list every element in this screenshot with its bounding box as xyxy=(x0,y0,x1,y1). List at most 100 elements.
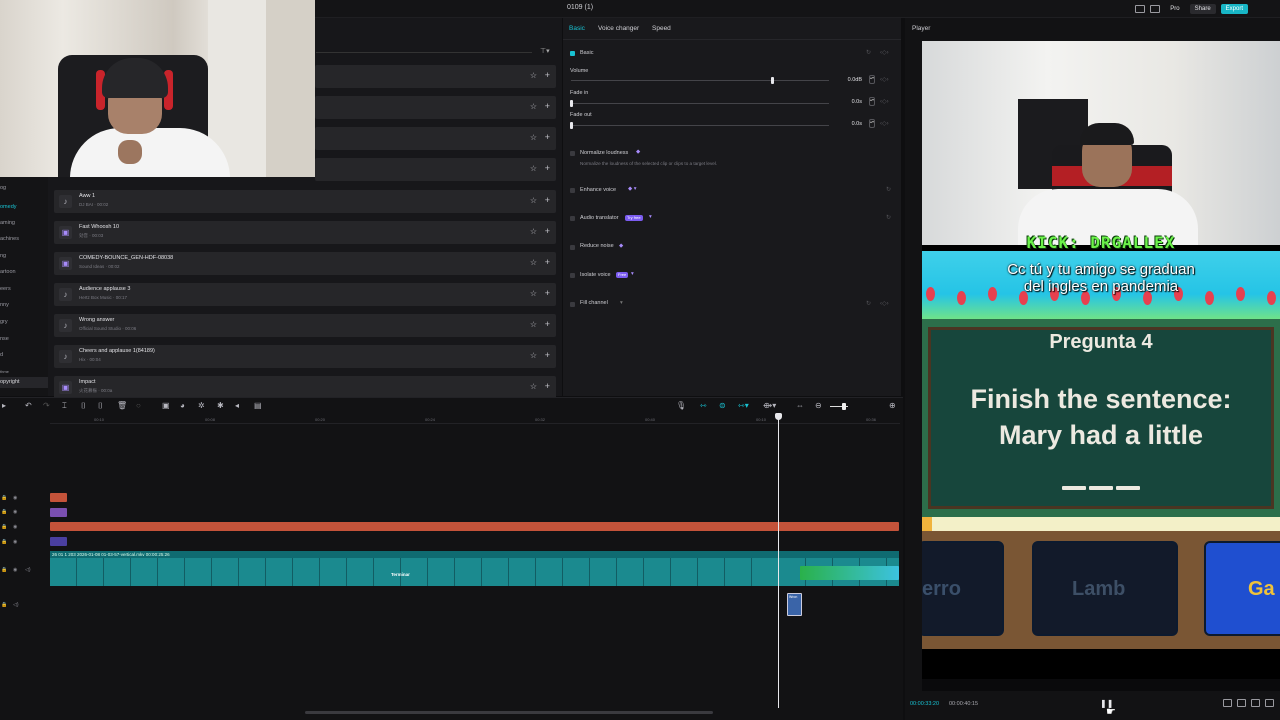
audio-list-item[interactable]: ♪ Aww 1 DJ BAI · 00:02 ☆ + xyxy=(54,190,556,213)
add-icon[interactable]: + xyxy=(545,70,550,80)
share-button[interactable]: Share xyxy=(1189,4,1216,14)
fade-in-slider[interactable] xyxy=(571,103,829,104)
timeline-clip[interactable] xyxy=(50,537,67,546)
fade-in-knob[interactable] xyxy=(570,100,573,107)
reduce-noise-checkbox[interactable] xyxy=(570,245,575,250)
tab-speed[interactable]: Speed xyxy=(652,25,671,32)
fade-out-value[interactable]: 0.0s xyxy=(840,121,862,127)
list-item[interactable]: ☆ + xyxy=(315,96,556,119)
add-icon[interactable]: + xyxy=(545,319,550,329)
shortcuts-icon[interactable] xyxy=(1150,5,1161,13)
keyframe-icon[interactable]: ‹◇› xyxy=(880,120,889,127)
timeline-clip[interactable] xyxy=(800,566,899,580)
mirror-icon[interactable]: ✱ xyxy=(217,401,224,411)
fade-in-stepper[interactable]: ▴▾ xyxy=(869,97,875,106)
tab-voice-changer[interactable]: Voice changer xyxy=(598,25,639,32)
favorite-icon[interactable]: ☆ xyxy=(530,71,537,81)
normalize-checkbox[interactable] xyxy=(570,151,575,156)
reset-icon[interactable]: ↻ xyxy=(886,186,891,193)
keyframe-icon[interactable]: ‹◇› xyxy=(880,98,889,105)
fade-in-value[interactable]: 0.0s xyxy=(840,99,862,105)
favorite-icon[interactable]: ☆ xyxy=(530,351,537,361)
pro-button[interactable]: Pro xyxy=(1165,4,1184,14)
add-icon[interactable]: + xyxy=(545,163,550,173)
lock-icon[interactable]: 🔒 xyxy=(1,495,7,501)
sidebar-category[interactable]: nny xyxy=(0,300,48,311)
add-icon[interactable]: + xyxy=(545,288,550,298)
sidebar-category[interactable]: thme xyxy=(0,366,48,377)
quality-icon[interactable] xyxy=(1237,699,1246,707)
eye-icon[interactable]: ◉ xyxy=(13,509,17,515)
sidebar-category[interactable]: eers xyxy=(0,284,48,295)
lock-icon[interactable]: 🔒 xyxy=(1,509,7,515)
volume-slider[interactable] xyxy=(571,80,829,81)
sidebar-category[interactable]: og xyxy=(0,183,48,194)
freeze-icon[interactable]: ✲ xyxy=(198,401,205,411)
mask-icon[interactable]: ○ xyxy=(136,401,141,411)
volume-value[interactable]: 0.0dB xyxy=(840,77,862,83)
sidebar-category[interactable]: ng xyxy=(0,251,48,262)
reset-icon[interactable]: ↻ xyxy=(886,214,891,221)
timeline-clip[interactable] xyxy=(50,508,67,517)
add-icon[interactable]: + xyxy=(545,132,550,142)
zoom-in-icon[interactable]: ⊕ xyxy=(889,401,896,411)
eye-icon[interactable]: ◉ xyxy=(13,539,17,545)
timeline-clip[interactable] xyxy=(50,522,899,531)
favorite-icon[interactable]: ☆ xyxy=(530,102,537,112)
export-button[interactable]: Export xyxy=(1220,4,1248,14)
sidebar-category[interactable]: gry xyxy=(0,317,48,328)
sidebar-category[interactable]: opyright xyxy=(0,377,48,388)
fullscreen-icon[interactable] xyxy=(1265,699,1274,707)
split-right-icon[interactable]: ⌷ xyxy=(98,401,103,411)
sidebar-category[interactable]: omedy xyxy=(0,202,48,213)
main-video-clip[interactable] xyxy=(50,558,899,586)
eye-icon[interactable]: ◉ xyxy=(13,524,17,530)
lock-icon[interactable]: 🔒 xyxy=(1,567,7,573)
sticker-clip[interactable]: Wron xyxy=(787,593,802,616)
audio-list-item[interactable]: ♪ Wrong answer Official Sound Studio · 00:… xyxy=(54,314,556,337)
fade-out-stepper[interactable]: ▴▾ xyxy=(869,119,875,128)
audio-icon[interactable]: ◁) xyxy=(13,602,19,608)
sidebar-category[interactable]: achines xyxy=(0,234,48,245)
keyframe-icon[interactable]: ‹◇› xyxy=(880,300,889,307)
layout-icon[interactable] xyxy=(1135,5,1146,13)
delete-icon[interactable]: 🗑 xyxy=(117,401,127,411)
list-item[interactable]: ☆ + xyxy=(315,158,556,181)
audio-list-item[interactable]: ♪ Cheers and applause 1(84189) Hix · 00:04… xyxy=(54,345,556,368)
audio-list-item[interactable]: ♪ Audience applause 3 Hertz Box Music · 00… xyxy=(54,283,556,306)
keyframe-icon[interactable]: ‹◇› xyxy=(880,49,889,56)
microphone-icon[interactable]: 🎙 xyxy=(676,401,686,411)
preview-axis-icon[interactable]: ⟴▾ xyxy=(763,401,776,411)
snap-icon[interactable]: ⊜ xyxy=(719,401,726,411)
add-icon[interactable]: + xyxy=(545,257,550,267)
timeline-clip[interactable] xyxy=(50,493,67,502)
favorite-icon[interactable]: ☆ xyxy=(530,133,537,143)
fade-out-knob[interactable] xyxy=(570,122,573,129)
audio-translator-checkbox[interactable] xyxy=(570,216,575,221)
chevron-down-icon[interactable]: ▾ xyxy=(649,214,652,220)
favorite-icon[interactable]: ☆ xyxy=(530,164,537,174)
link-icon[interactable]: ⇿ xyxy=(700,401,707,411)
select-tool-icon[interactable]: ▸ xyxy=(2,401,6,411)
add-icon[interactable]: + xyxy=(545,195,550,205)
tab-basic[interactable]: Basic xyxy=(569,25,585,32)
chevron-down-icon[interactable]: ▾ xyxy=(631,271,634,277)
favorite-icon[interactable]: ☆ xyxy=(530,382,537,392)
sidebar-category[interactable]: nse xyxy=(0,334,48,345)
redo-icon[interactable]: ↷ xyxy=(43,401,50,411)
screenshot-icon[interactable] xyxy=(1251,699,1260,707)
video-preview[interactable]: KICK: DRGALLEX Cc tú y tu amigo se gradu… xyxy=(922,41,1280,679)
add-icon[interactable]: + xyxy=(545,101,550,111)
fade-out-slider[interactable] xyxy=(571,125,829,126)
favorite-icon[interactable]: ☆ xyxy=(530,196,537,206)
eye-icon[interactable]: ◉ xyxy=(13,495,17,501)
zoom-out-icon[interactable]: ⊖ xyxy=(815,401,822,411)
isolate-voice-checkbox[interactable] xyxy=(570,273,575,278)
lock-icon[interactable]: 🔒 xyxy=(1,539,7,545)
playhead[interactable] xyxy=(778,414,779,708)
reset-icon[interactable]: ↻ xyxy=(866,49,871,56)
crop-icon[interactable]: ▣ xyxy=(162,401,170,411)
favorite-icon[interactable]: ☆ xyxy=(530,289,537,299)
reset-icon[interactable]: ↻ xyxy=(866,300,871,307)
lock-icon[interactable]: 🔒 xyxy=(1,602,7,608)
